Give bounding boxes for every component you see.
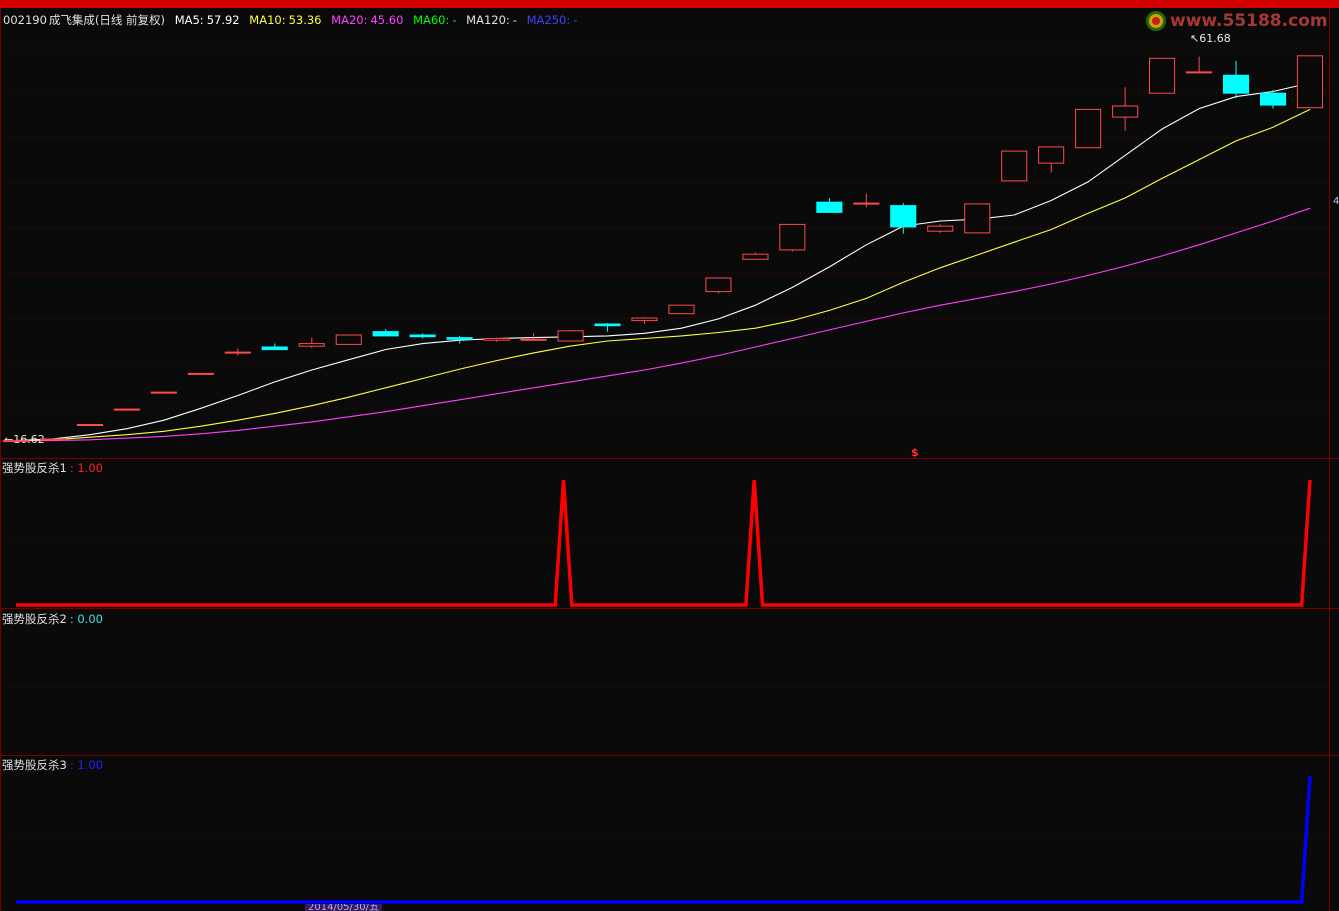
candle-body-21 bbox=[779, 223, 806, 251]
candle-body-7 bbox=[261, 346, 288, 351]
candle-body-17 bbox=[631, 317, 658, 322]
ma5-line bbox=[15, 82, 1311, 442]
candle-body-3 bbox=[113, 408, 140, 411]
candle-body-14 bbox=[520, 338, 547, 341]
chart-canvas[interactable] bbox=[0, 0, 1339, 911]
ma10-line bbox=[15, 108, 1311, 442]
stock-chart-window[interactable]: 002190 成飞集成(日线 前复权) MA5: 57.92 MA10: 53.36 … bbox=[0, 0, 1339, 911]
candle-body-28 bbox=[1038, 146, 1065, 164]
candle-body-35 bbox=[1296, 55, 1324, 109]
candle-body-2 bbox=[76, 424, 104, 426]
candle-body-25 bbox=[927, 225, 954, 232]
candle-body-27 bbox=[1001, 150, 1028, 182]
candle-body-32 bbox=[1186, 71, 1213, 74]
ma20-line bbox=[16, 207, 1311, 442]
candle-body-12 bbox=[446, 337, 473, 340]
candle-body-13 bbox=[483, 338, 510, 341]
candle-body-26 bbox=[964, 203, 991, 234]
candle-body-6 bbox=[224, 351, 251, 354]
candle-body-22 bbox=[816, 201, 843, 213]
candle-body-1 bbox=[39, 438, 67, 441]
candle-body-4 bbox=[150, 391, 177, 394]
cursor-date-label: 2014/05/30/五 bbox=[305, 904, 383, 911]
candle-body-23 bbox=[853, 202, 880, 205]
candle-body-19 bbox=[705, 277, 732, 293]
candle-body-16 bbox=[594, 323, 621, 327]
candle-body-31 bbox=[1149, 57, 1176, 94]
candle-body-18 bbox=[668, 304, 695, 315]
candle-body-10 bbox=[372, 331, 399, 337]
candle-body-33 bbox=[1223, 74, 1250, 94]
candle-body-30 bbox=[1112, 105, 1139, 118]
indicator3-line bbox=[16, 775, 1312, 904]
candle-body-20 bbox=[742, 253, 769, 260]
candle-body-11 bbox=[409, 334, 436, 338]
candle-body-8 bbox=[298, 343, 325, 347]
candle-body-15 bbox=[557, 330, 584, 342]
candle-body-29 bbox=[1075, 108, 1102, 149]
indicator1-line bbox=[16, 479, 1312, 607]
candle-body-5 bbox=[187, 372, 214, 375]
candle-body-0 bbox=[2, 440, 30, 443]
candle-body-34 bbox=[1260, 92, 1287, 106]
candle-body-24 bbox=[890, 205, 917, 228]
candle-body-9 bbox=[335, 334, 362, 345]
